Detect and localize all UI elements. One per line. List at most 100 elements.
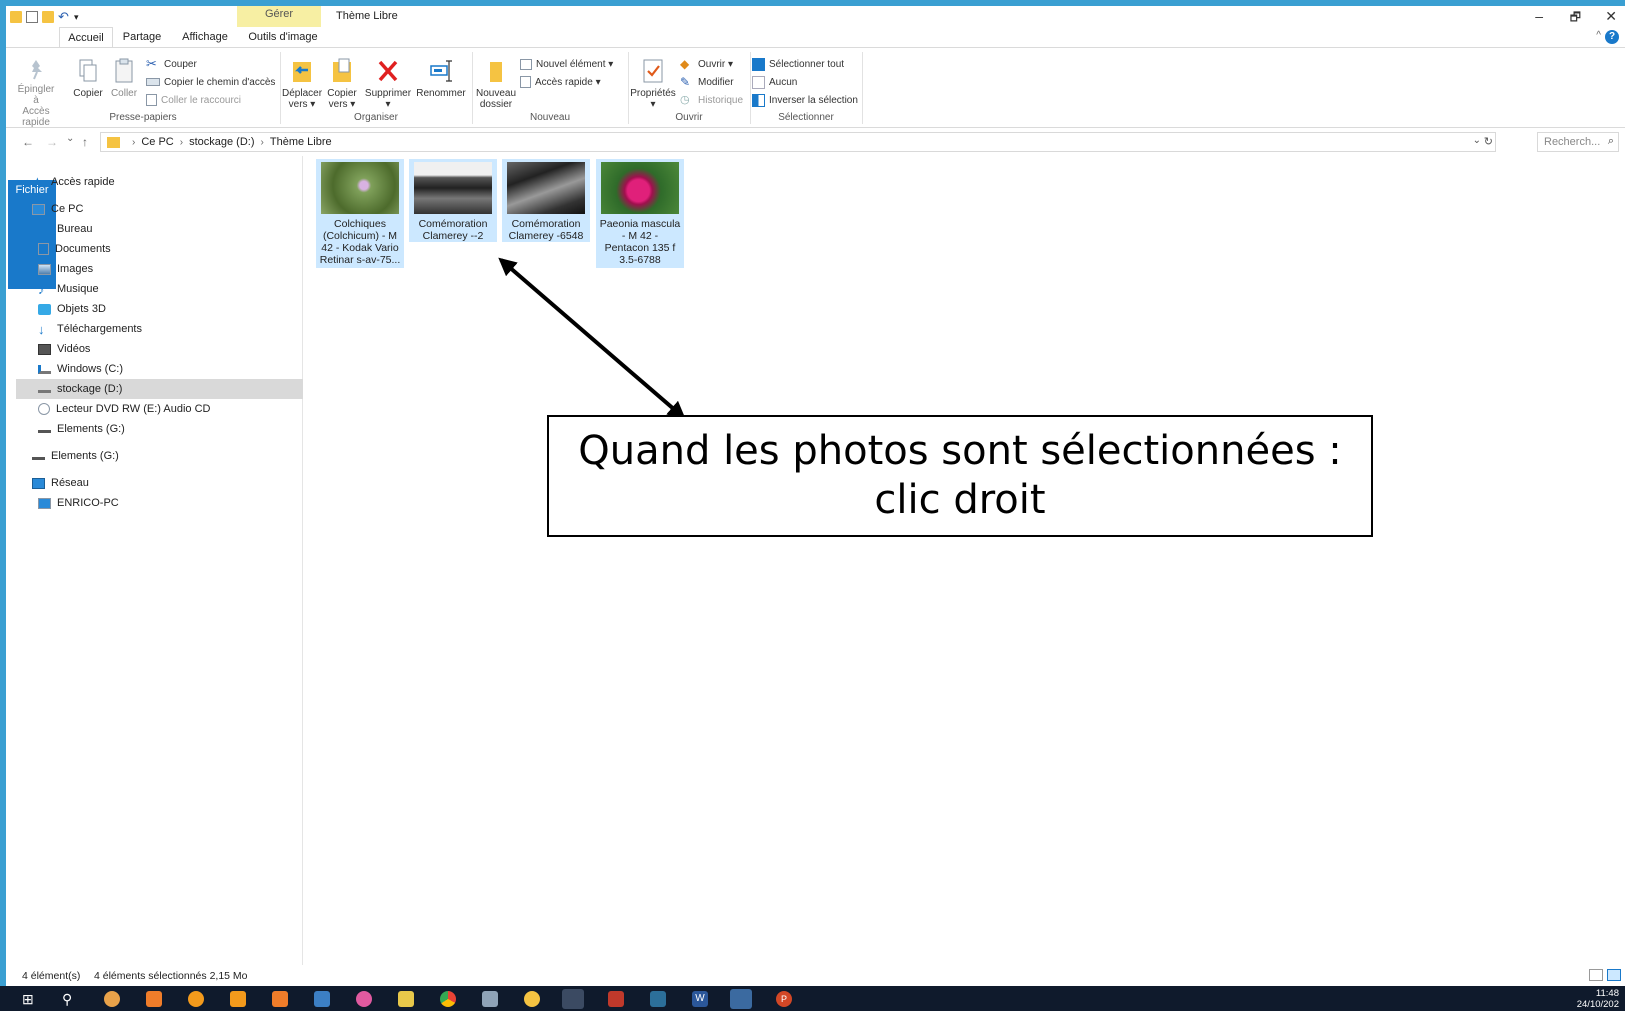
app-yellow-icon[interactable] — [398, 991, 414, 1007]
app-tools-icon[interactable] — [146, 991, 162, 1007]
tab-picture-tools[interactable]: Outils d'image — [242, 27, 324, 47]
details-view-icon[interactable] — [1589, 969, 1603, 981]
sidebar-item-windows-c[interactable]: Windows (C:) — [38, 359, 123, 379]
sidebar-item-documents[interactable]: Documents — [38, 239, 111, 259]
undo-icon[interactable]: ↶ — [58, 10, 70, 23]
breadcrumb-this-pc[interactable]: Ce PC — [141, 136, 173, 148]
tab-share[interactable]: Partage — [117, 27, 167, 47]
sidebar-item-images[interactable]: Images — [38, 259, 93, 279]
app-active-icon[interactable] — [730, 989, 752, 1009]
new-folder-button[interactable]: Nouveau dossier — [474, 58, 518, 110]
properties-button[interactable]: Propriétés ▾ — [630, 58, 676, 110]
sidebar-item-elements-g-root[interactable]: Elements (G:) — [32, 446, 119, 466]
computer-icon — [38, 497, 51, 509]
sidebar-item-videos[interactable]: Vidéos — [38, 339, 90, 359]
app-vlc-icon[interactable] — [188, 991, 204, 1007]
address-bar[interactable]: › Ce PC › stockage (D:) › Thème Libre ⌄ … — [100, 132, 1496, 152]
sidebar-item-storage-d[interactable]: stockage (D:) — [16, 379, 303, 399]
scissors-icon: ✂ — [146, 56, 157, 71]
breadcrumb-storage-d[interactable]: stockage (D:) — [189, 136, 254, 148]
paste-shortcut-button[interactable]: Coller le raccourci — [146, 92, 241, 108]
clock-date: 24/10/202 — [1576, 999, 1619, 1010]
file-item[interactable]: Colchiques (Colchicum) - M 42 - Kodak Vari… — [316, 159, 404, 268]
help-icon[interactable]: ? — [1605, 30, 1619, 44]
cut-label: Couper — [164, 58, 197, 70]
file-name: Comémoration Clamerey -6548 — [508, 218, 584, 242]
search-input[interactable]: Recherch... ⌕ — [1537, 132, 1619, 152]
system-clock[interactable]: 11:48 24/10/202 — [1577, 988, 1619, 1010]
collapse-ribbon-icon[interactable]: ^ — [1596, 30, 1601, 41]
open-group-label: Ouvrir — [675, 112, 703, 123]
amazon-photos-icon[interactable] — [650, 991, 666, 1007]
properties-check-icon[interactable] — [26, 11, 38, 23]
sidebar-item-downloads[interactable]: ↓ Téléchargements — [38, 319, 142, 339]
recent-locations-button[interactable]: ⌄ — [66, 133, 74, 144]
select-all-button[interactable]: Sélectionner tout — [752, 56, 844, 72]
start-windows-icon[interactable]: ⊞ — [22, 991, 38, 1007]
tab-view[interactable]: Affichage — [174, 27, 236, 47]
file-item[interactable]: Paeonia mascula - M 42 - Pentacon 135 f 3.5… — [596, 159, 684, 268]
copy-path-button[interactable]: Copier le chemin d'accès — [146, 74, 275, 90]
select-none-button[interactable]: Aucun — [752, 74, 797, 90]
new-item-button[interactable]: Nouvel élément ▾ — [520, 56, 613, 72]
sidebar-item-label: Vidéos — [57, 343, 91, 355]
close-button[interactable]: ✕ — [1605, 8, 1617, 25]
breadcrumb-separator: › — [260, 136, 264, 148]
music-icon: ♪ — [38, 281, 45, 297]
app-pink-icon[interactable] — [356, 991, 372, 1007]
select-group-label: Sélectionner — [778, 112, 834, 123]
sidebar-item-enrico-pc[interactable]: ENRICO-PC — [38, 493, 119, 513]
file-item[interactable]: Comémoration Clamerey --2 — [409, 159, 497, 242]
app-orange-icon[interactable] — [230, 991, 246, 1007]
app-red-icon[interactable] — [608, 991, 624, 1007]
minimize-button[interactable]: – — [1535, 8, 1543, 24]
sidebar-item-label: Bureau — [57, 223, 93, 235]
paste-button[interactable]: Coller — [109, 58, 139, 99]
search-icon[interactable]: ⚲ — [62, 991, 78, 1007]
sidebar-item-music[interactable]: ♪ Musique — [38, 279, 99, 299]
new-folder-icon[interactable] — [42, 11, 54, 23]
history-button[interactable]: ◷ Historique — [680, 92, 743, 108]
refresh-icon[interactable]: ↻ — [1484, 135, 1493, 148]
sidebar-item-quick-access[interactable]: ★ Accès rapide — [32, 172, 115, 192]
edit-icon: ✎ — [680, 75, 691, 89]
tab-home[interactable]: Accueil — [59, 27, 113, 47]
app-grey-icon[interactable] — [482, 991, 498, 1007]
sidebar-item-3d-objects[interactable]: Objets 3D — [38, 299, 106, 319]
back-button[interactable]: ← — [22, 135, 34, 149]
up-button[interactable]: ↑ — [82, 135, 88, 149]
word-icon[interactable]: W — [692, 991, 708, 1007]
chrome-icon[interactable] — [440, 991, 456, 1007]
delete-button[interactable]: Supprimer ▾ — [364, 58, 412, 110]
copy-button[interactable]: Copier — [71, 58, 105, 99]
rename-button[interactable]: Renommer — [416, 58, 466, 99]
copy-to-line1: Copier — [327, 88, 357, 99]
copy-to-button[interactable]: Copier vers ▾ — [324, 58, 360, 110]
address-dropdown-icon[interactable]: ⌄ — [1473, 135, 1481, 146]
app-shield-icon[interactable] — [524, 991, 540, 1007]
edit-button[interactable]: ✎ Modifier — [680, 74, 734, 90]
explorer-window: ↶ ▾ Gérer Thème Libre – 🗗 ✕ Fichier Accu… — [6, 6, 1625, 986]
app-wifi-icon[interactable] — [272, 991, 288, 1007]
sidebar-item-dvd-e[interactable]: Lecteur DVD RW (E:) Audio CD — [38, 399, 210, 419]
file-explorer-active-icon[interactable] — [562, 989, 584, 1009]
cut-button[interactable]: ✂ Couper — [146, 56, 197, 72]
file-item[interactable]: Comémoration Clamerey -6548 — [502, 159, 590, 242]
breadcrumb-current-folder[interactable]: Thème Libre — [270, 136, 332, 148]
invert-selection-button[interactable]: Inverser la sélection — [752, 92, 858, 108]
sidebar-item-this-pc[interactable]: Ce PC — [32, 199, 83, 219]
sidebar-item-network[interactable]: Réseau — [32, 473, 89, 493]
sidebar-item-elements-g[interactable]: Elements (G:) — [38, 419, 125, 439]
sidebar-item-desktop[interactable]: Bureau — [38, 219, 92, 239]
open-button[interactable]: ◆ Ouvrir ▾ — [680, 56, 733, 72]
forward-button[interactable]: → — [46, 135, 58, 149]
move-to-button[interactable]: Déplacer vers ▾ — [282, 58, 322, 110]
easy-access-button[interactable]: Accès rapide ▾ — [520, 74, 601, 90]
app-eye-icon[interactable] — [104, 991, 120, 1007]
properties-label: Propriétés — [630, 88, 676, 99]
large-icons-view-icon[interactable] — [1607, 969, 1621, 981]
powerpoint-icon[interactable]: P — [776, 991, 792, 1007]
app-blue-icon[interactable] — [314, 991, 330, 1007]
restore-button[interactable]: 🗗 — [1570, 8, 1581, 29]
customize-dropdown-icon[interactable]: ▾ — [74, 11, 86, 23]
